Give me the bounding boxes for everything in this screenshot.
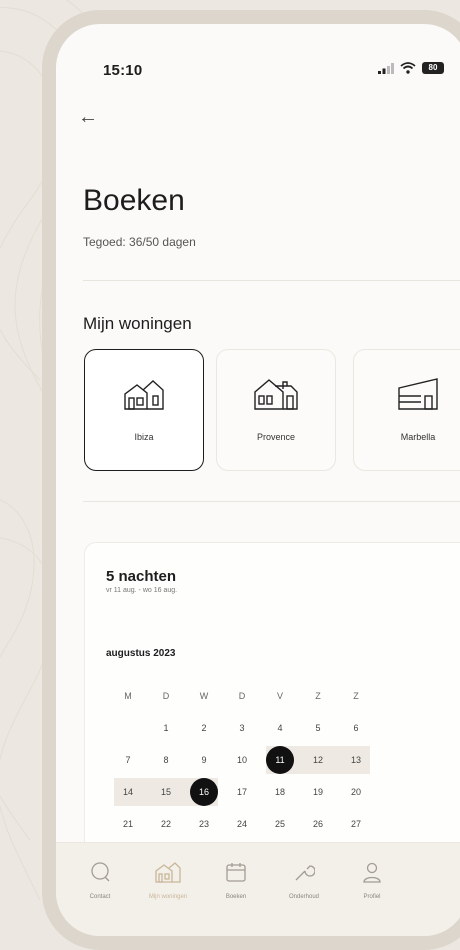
weekday-label: D: [162, 691, 170, 701]
credit-subtitle: Tegoed: 36/50 dagen: [83, 235, 196, 249]
house-card-marbella[interactable]: Marbella: [353, 349, 460, 471]
phone-frame: 15:10 80 ← Boeken Tegoed: 36/50 dagen Mi…: [42, 10, 460, 950]
calendar-month: augustus 2023: [106, 648, 176, 659]
calendar-day[interactable]: 18: [263, 780, 297, 804]
house-icon: [254, 379, 298, 410]
calendar-day[interactable]: 22: [149, 812, 183, 836]
calendar-day[interactable]: 10: [225, 748, 259, 772]
calendar-day[interactable]: 17: [225, 780, 259, 804]
calendar-day[interactable]: 5: [301, 716, 335, 740]
status-icons: 80: [378, 62, 444, 74]
calendar-day[interactable]: 1: [149, 716, 183, 740]
tab-label: Mijn woningen: [148, 894, 188, 900]
tab-label: Profiel: [363, 894, 381, 900]
weekday-label: V: [276, 691, 283, 701]
tab-profile[interactable]: Profiel: [342, 861, 402, 900]
calendar-day[interactable]: 14: [111, 780, 145, 804]
calendar-day[interactable]: 26: [301, 812, 335, 836]
calendar-day[interactable]: 8: [149, 748, 183, 772]
weekday-label: Z: [315, 691, 321, 701]
house-icon: [124, 380, 164, 410]
user-icon: [363, 862, 381, 883]
house-card-ibiza[interactable]: Ibiza: [84, 349, 204, 471]
calendar-day[interactable]: 15: [149, 780, 183, 804]
house-icon: [398, 378, 438, 410]
calendar-day[interactable]: 16: [187, 780, 221, 804]
chat-icon: [91, 862, 110, 882]
status-time: 15:10: [103, 62, 143, 79]
calendar-day[interactable]: 2: [187, 716, 221, 740]
calendar-day[interactable]: 19: [301, 780, 335, 804]
page-title: Boeken: [83, 184, 185, 217]
wrench-icon: [295, 865, 316, 881]
nights-count: 5 nachten: [106, 568, 177, 585]
date-range: vr 11 aug. - wo 16 aug.: [106, 587, 178, 594]
tab-label: Boeken: [225, 894, 247, 900]
houses-section-title: Mijn woningen: [83, 314, 192, 333]
calendar-day[interactable]: 23: [187, 812, 221, 836]
back-arrow-icon[interactable]: ←: [78, 106, 98, 129]
calendar-day[interactable]: 24: [225, 812, 259, 836]
calendar-day[interactable]: 12: [301, 748, 335, 772]
calendar-day[interactable]: 27: [339, 812, 373, 836]
calendar-day[interactable]: 21: [111, 812, 145, 836]
calendar-icon: [226, 863, 246, 882]
bottom-tab-bar: Contact Mijn woningen Boeken Onderhoud P…: [56, 842, 460, 936]
calendar-day[interactable]: 13: [339, 748, 373, 772]
tab-booking[interactable]: Boeken: [206, 861, 266, 900]
tab-my-houses[interactable]: Mijn woningen: [138, 861, 198, 900]
weekday-label: M: [124, 691, 132, 701]
house-label: Ibiza: [134, 432, 154, 442]
divider: [83, 501, 460, 502]
house-icon: [155, 862, 181, 883]
calendar-day[interactable]: 25: [263, 812, 297, 836]
tab-label: Onderhoud: [288, 894, 320, 900]
tab-label: Contact: [89, 894, 111, 900]
divider: [83, 280, 460, 281]
weekday-label: D: [238, 691, 246, 701]
tab-maintenance[interactable]: Onderhoud: [274, 861, 334, 900]
calendar-day[interactable]: 11: [263, 748, 297, 772]
calendar-day[interactable]: 9: [187, 748, 221, 772]
tab-contact[interactable]: Contact: [70, 861, 130, 900]
app-screen: 15:10 80 ← Boeken Tegoed: 36/50 dagen Mi…: [56, 24, 460, 936]
calendar-day[interactable]: 20: [339, 780, 373, 804]
battery-icon: 80: [422, 62, 444, 74]
battery-level: 80: [428, 63, 438, 72]
house-label: Marbella: [400, 432, 436, 442]
calendar-day[interactable]: 3: [225, 716, 259, 740]
weekday-label: W: [199, 691, 209, 701]
calendar-day[interactable]: 7: [111, 748, 145, 772]
calendar-day[interactable]: 6: [339, 716, 373, 740]
calendar-day[interactable]: 4: [263, 716, 297, 740]
wifi-icon: [400, 62, 416, 74]
signal-icon: [378, 62, 394, 74]
house-label: Provence: [256, 432, 296, 442]
house-card-provence[interactable]: Provence: [216, 349, 336, 471]
weekday-label: Z: [353, 691, 359, 701]
